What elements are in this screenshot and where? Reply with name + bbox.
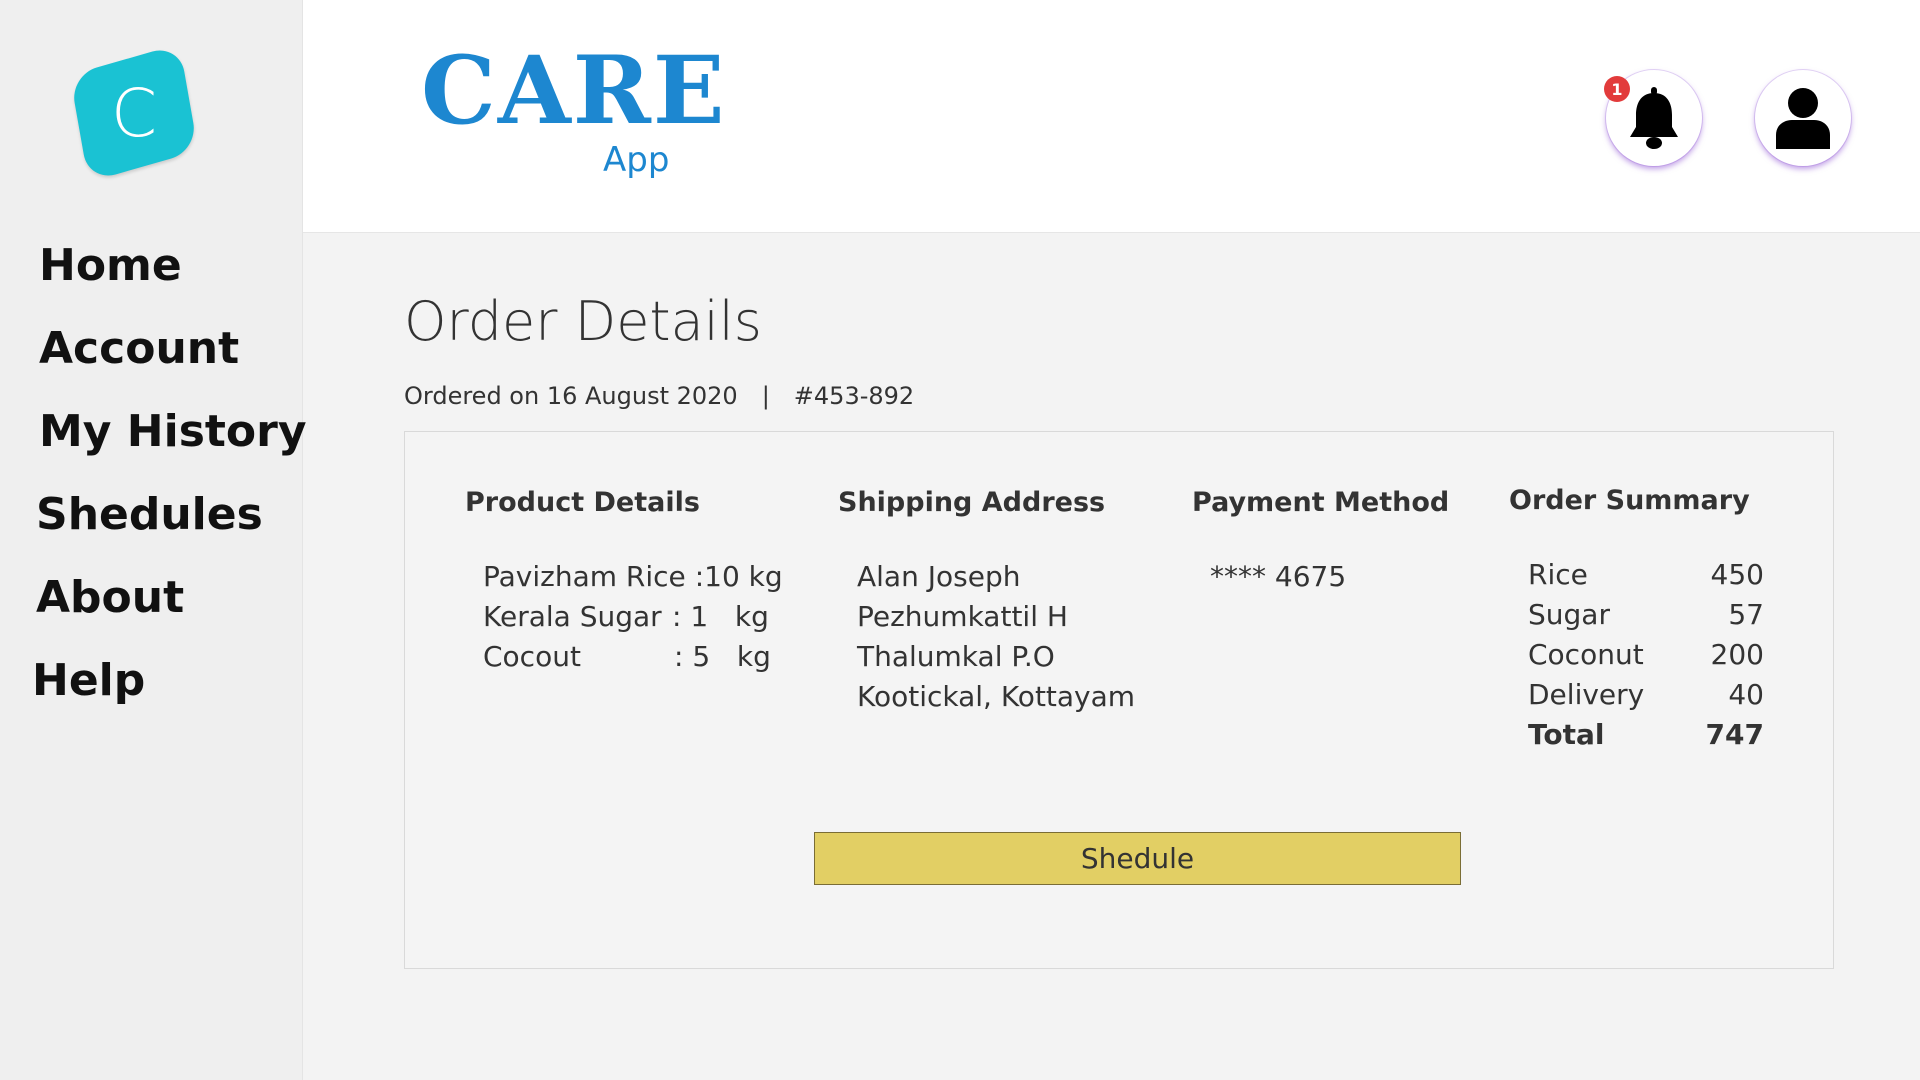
product-unit: kg — [748, 560, 783, 593]
shipping-address-heading: Shipping Address — [838, 487, 1106, 518]
product-unit: kg — [734, 600, 769, 633]
summary-label: Delivery — [1528, 678, 1645, 711]
bell-icon — [1630, 87, 1678, 149]
product-item: Kerala Sugar — [483, 600, 662, 633]
nav-item-my-history[interactable]: My History — [39, 406, 307, 457]
app-logo-letter: C — [110, 74, 158, 152]
address-line: Pezhumkattil H — [857, 600, 1068, 633]
product-details-heading: Product Details — [465, 487, 700, 518]
nav-item-shedules[interactable]: Shedules — [36, 489, 263, 540]
summary-total-value: 747 — [1705, 718, 1764, 751]
summary-value: 450 — [1710, 558, 1764, 591]
product-name: Pavizham Rice — [483, 560, 686, 593]
order-id: #453-892 — [793, 382, 915, 410]
summary-label: Coconut — [1528, 638, 1644, 671]
nav-item-account[interactable]: Account — [39, 323, 239, 374]
sidebar: C Home Account My History Shedules About… — [0, 0, 307, 1080]
summary-label: Rice — [1528, 558, 1588, 591]
product-name: Cocout — [483, 640, 581, 673]
product-qty: 1 — [690, 600, 709, 633]
schedule-button[interactable]: Shedule — [814, 832, 1461, 885]
address-line: Thalumkal P.O — [857, 640, 1055, 673]
summary-total-label: Total — [1528, 718, 1605, 751]
product-item: Pavizham Rice :10 kg — [483, 560, 783, 593]
nav-item-about[interactable]: About — [36, 572, 184, 623]
product-qty: 5 — [692, 640, 711, 673]
address-line: Alan Joseph — [857, 560, 1021, 593]
address-line: Kootickal, Kottayam — [857, 680, 1136, 713]
product-qty-cell: : 5 kg — [674, 640, 771, 673]
product-sep: : — [674, 640, 684, 673]
summary-value: 40 — [1728, 678, 1764, 711]
summary-value: 200 — [1710, 638, 1764, 671]
notification-count-badge: 1 — [1604, 76, 1630, 102]
product-sep: : — [672, 600, 682, 633]
brand-title: CARE — [421, 36, 727, 146]
payment-card-number: **** 4675 — [1210, 560, 1347, 593]
page-title: Order Details — [404, 290, 762, 353]
profile-button[interactable] — [1755, 70, 1851, 166]
brand-subtitle: App — [603, 140, 670, 180]
meta-separator: | — [761, 382, 770, 410]
product-qty: 10 — [704, 560, 740, 593]
order-summary-heading: Order Summary — [1509, 485, 1750, 516]
product-sep: : — [694, 560, 705, 593]
nav-item-help[interactable]: Help — [32, 655, 145, 706]
product-item: Cocout — [483, 640, 581, 673]
summary-label: Sugar — [1528, 598, 1610, 631]
product-unit: kg — [736, 640, 771, 673]
product-qty-cell: : 1 kg — [672, 600, 769, 633]
order-date: Ordered on 16 August 2020 — [404, 382, 738, 410]
order-meta: Ordered on 16 August 2020 | #453-892 — [404, 382, 914, 410]
payment-method-heading: Payment Method — [1192, 487, 1450, 518]
summary-value: 57 — [1728, 598, 1764, 631]
nav-item-home[interactable]: Home — [39, 240, 182, 291]
user-icon — [1776, 88, 1830, 149]
product-name: Kerala Sugar — [483, 600, 662, 633]
